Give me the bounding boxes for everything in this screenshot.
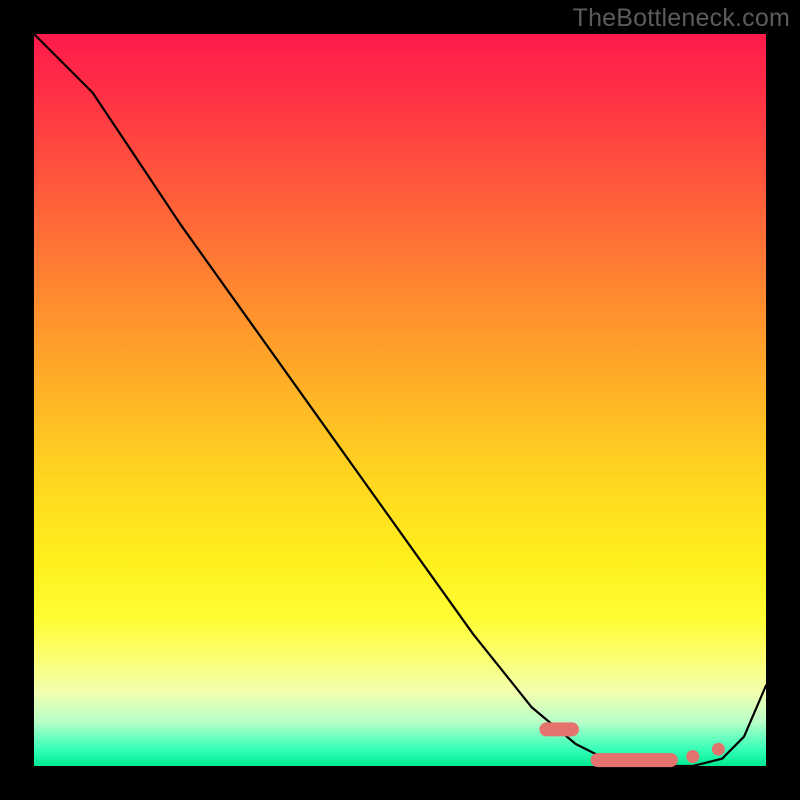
chart-overlay <box>34 34 766 766</box>
chart-stage: TheBottleneck.com <box>0 0 800 800</box>
bottleneck-curve <box>34 34 766 766</box>
marker-dot <box>686 750 699 763</box>
marker-capsule <box>539 722 579 736</box>
marker-layer <box>539 722 725 767</box>
marker-dot <box>712 743 725 756</box>
plot-area <box>34 34 766 766</box>
marker-capsule <box>591 753 678 767</box>
watermark-text: TheBottleneck.com <box>573 4 790 33</box>
